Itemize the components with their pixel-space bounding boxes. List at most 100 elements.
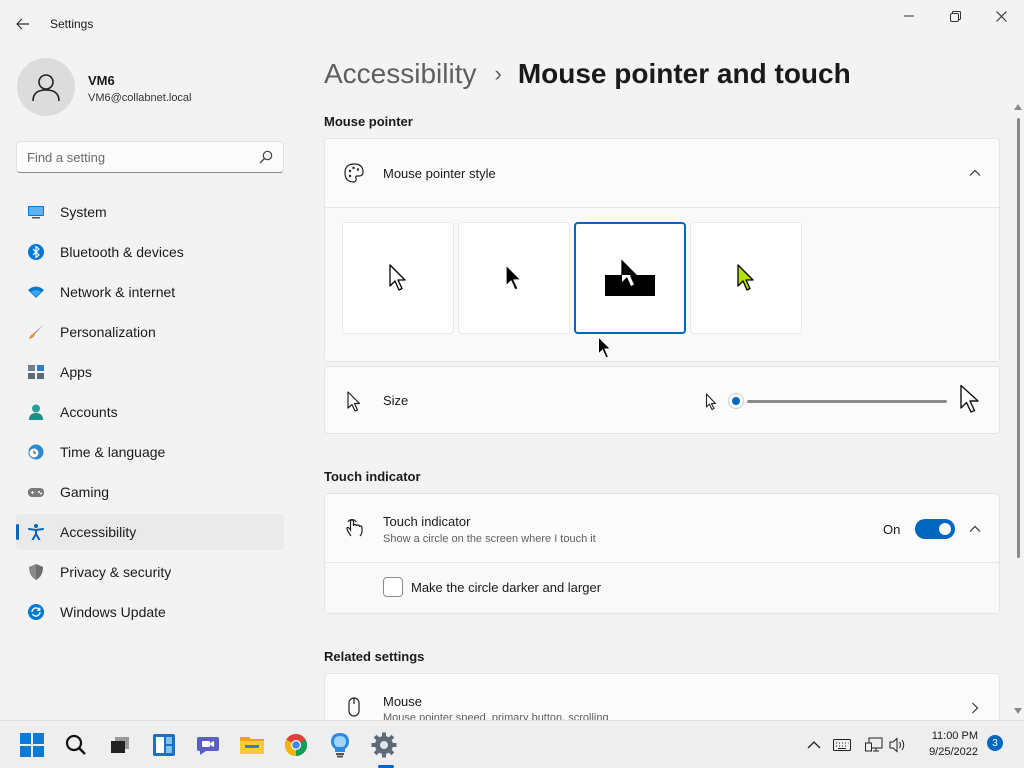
touch-icon (346, 519, 363, 537)
file-explorer-icon (240, 737, 264, 754)
avatar[interactable] (17, 58, 75, 116)
widgets-button[interactable] (150, 731, 178, 759)
sidebar-item-bluetooth[interactable]: Bluetooth & devices (16, 234, 284, 270)
chat-icon (197, 737, 219, 755)
mouse-pointer-style-header[interactable]: Mouse pointer style (325, 139, 999, 207)
network-icon (865, 737, 883, 752)
title-bar: Settings (0, 0, 1024, 48)
clock-date[interactable]: 9/25/2022 (918, 746, 978, 758)
sidebar-item-label: Bluetooth & devices (60, 244, 184, 260)
shield-icon (29, 564, 43, 580)
lightbulb-icon (331, 733, 349, 758)
sidebar-item-apps[interactable]: Apps (16, 354, 284, 390)
sidebar-item-label: Accessibility (60, 524, 137, 540)
network-tray-button[interactable] (865, 736, 883, 754)
pointer-size-slider-thumb[interactable] (729, 394, 743, 408)
chevron-right-icon (972, 702, 979, 714)
chat-button[interactable] (194, 731, 222, 759)
scrollbar[interactable] (1012, 104, 1024, 720)
volume-tray-button[interactable] (889, 736, 907, 754)
sidebar-item-label: Time & language (60, 444, 166, 460)
chevron-up-icon[interactable] (967, 521, 983, 537)
palette-icon (344, 163, 364, 183)
profile-name: VM6 (88, 73, 115, 88)
system-icon (28, 206, 44, 219)
tips-button[interactable] (326, 731, 354, 759)
task-view-button[interactable] (106, 731, 134, 759)
sidebar-item-label: Gaming (60, 484, 110, 500)
pointer-size-card: Size (324, 366, 1000, 434)
windows-start-icon (20, 733, 44, 757)
sidebar-item-accounts[interactable]: Accounts (16, 394, 284, 430)
volume-icon (889, 737, 905, 753)
pointer-style-options (325, 207, 999, 361)
update-icon (28, 604, 44, 620)
pointer-style-custom[interactable] (690, 222, 802, 334)
sidebar-item-time-language[interactable]: Time & language (16, 434, 284, 470)
mouse-pointer-style-card: Mouse pointer style (324, 138, 1000, 362)
brush-icon (29, 325, 43, 339)
apps-icon (28, 365, 44, 379)
mouse-icon (348, 697, 360, 717)
close-icon (995, 10, 1007, 22)
search-icon (259, 150, 273, 164)
user-icon (32, 74, 60, 102)
sidebar-item-network[interactable]: Network & internet (16, 274, 284, 310)
scroll-thumb[interactable] (1017, 118, 1020, 558)
minimize-icon (904, 15, 914, 17)
pointer-size-slider-track[interactable] (747, 400, 947, 403)
sidebar-item-personalization[interactable]: Personalization (16, 314, 284, 350)
notification-badge[interactable]: 3 (987, 735, 1003, 751)
chevron-up-icon[interactable] (967, 165, 983, 181)
breadcrumb-parent[interactable]: Accessibility (324, 58, 476, 90)
search-input[interactable] (17, 142, 257, 172)
restore-icon (949, 10, 961, 22)
pointer-style-white[interactable] (342, 222, 454, 334)
clock-time[interactable]: 11:00 PM (918, 730, 978, 742)
darker-larger-checkbox[interactable] (383, 577, 403, 597)
maximize-button[interactable] (932, 0, 978, 32)
touch-indicator-toggle[interactable] (915, 519, 955, 539)
gamepad-icon (28, 488, 44, 497)
widgets-icon (153, 734, 175, 756)
chrome-button[interactable] (282, 731, 310, 759)
pointer-size-label: Size (383, 393, 409, 408)
black-pointer-icon (505, 264, 522, 291)
back-button[interactable] (8, 10, 38, 38)
clock-globe-icon (28, 444, 44, 460)
touch-indicator-card: Touch indicator Show a circle on the scr… (324, 493, 1000, 614)
accessibility-icon (28, 524, 44, 540)
keyboard-tray-button[interactable] (833, 736, 851, 754)
back-arrow-icon (16, 18, 29, 30)
small-pointer-icon (705, 393, 717, 411)
scroll-down-icon[interactable] (1014, 708, 1022, 714)
darker-larger-label: Make the circle darker and larger (411, 580, 602, 595)
sidebar-item-label: Network & internet (60, 284, 176, 300)
sidebar-item-gaming[interactable]: Gaming (16, 474, 284, 510)
section-title-related-settings: Related settings (324, 649, 425, 664)
search-box[interactable] (16, 141, 284, 173)
sidebar-item-accessibility[interactable]: Accessibility (16, 514, 284, 550)
start-button[interactable] (18, 731, 46, 759)
breadcrumb-separator: › (494, 61, 502, 86)
close-button[interactable] (978, 0, 1024, 32)
touch-option-row: Make the circle darker and larger (325, 563, 999, 613)
minimize-button[interactable] (886, 0, 932, 32)
pointer-style-inverted[interactable] (574, 222, 686, 334)
sidebar-item-label: Accounts (60, 404, 118, 420)
file-explorer-button[interactable] (238, 731, 266, 759)
sidebar-item-label: Apps (60, 364, 92, 380)
sidebar-item-privacy[interactable]: Privacy & security (16, 554, 284, 590)
scroll-up-icon[interactable] (1014, 104, 1022, 110)
inverted-pointer-icon (605, 259, 655, 296)
tray-overflow-button[interactable] (805, 736, 823, 754)
touch-indicator-description: Show a circle on the screen where I touc… (383, 533, 596, 545)
pointer-style-black[interactable] (458, 222, 570, 334)
bluetooth-icon (28, 244, 44, 260)
pointer-icon (347, 391, 361, 412)
taskbar-search-button[interactable] (62, 731, 90, 759)
sidebar-item-windows-update[interactable]: Windows Update (16, 594, 284, 630)
settings-button[interactable] (370, 731, 398, 759)
sidebar-item-system[interactable]: System (16, 194, 284, 230)
breadcrumb: Accessibility › Mouse pointer and touch (324, 58, 851, 90)
